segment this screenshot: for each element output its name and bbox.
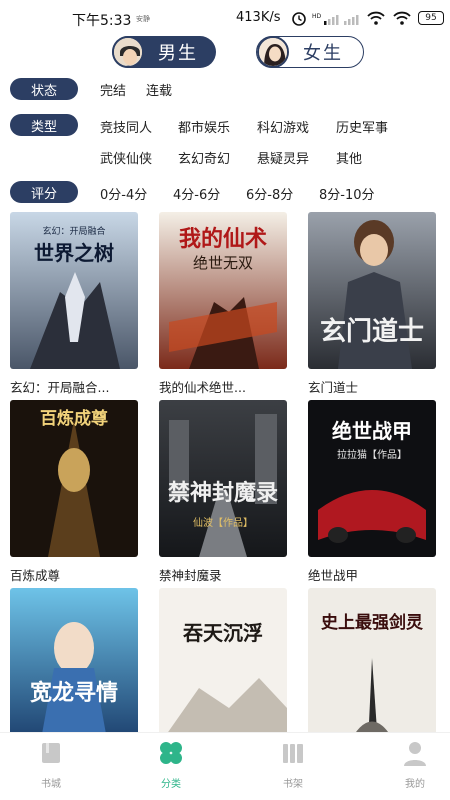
book-city-icon: [42, 743, 60, 763]
cover-title: 史上最强剑灵: [321, 612, 424, 633]
filter-tag-status: 状态: [10, 78, 78, 100]
book-cover: 玄门道士: [308, 212, 436, 369]
filter-option-rating-2[interactable]: 4分-6分: [173, 184, 220, 203]
wifi-icon-secondary: [393, 11, 411, 25]
filter-row-rating: 评分: [10, 181, 78, 203]
book-cover: 史上最强剑灵: [308, 588, 436, 745]
book-title: 玄幻：开局融合...: [10, 380, 110, 395]
book-card[interactable]: 史上最强剑灵: [308, 588, 436, 753]
status-time: 下午5:33: [72, 13, 132, 29]
cover-sub: 拉拉猫【作品】: [337, 448, 407, 461]
filter-tag-type: 类型: [10, 114, 78, 136]
cover-title: 我的仙术: [179, 226, 267, 252]
book-title: 禁神封魔录: [159, 568, 222, 583]
clover-icon: [160, 742, 182, 764]
cover-title: 玄门道士: [320, 316, 424, 347]
cover-title: 百炼成尊: [40, 408, 108, 429]
filter-option-type-6[interactable]: 玄幻奇幻: [178, 148, 230, 167]
book-title: 绝世战甲: [308, 568, 359, 583]
cover-title: 世界之树: [34, 241, 114, 265]
signal-icon: HD: [312, 13, 359, 25]
cover-title: 吞天沉浮: [183, 621, 263, 645]
tab-category[interactable]: 分类: [136, 739, 206, 790]
status-bar: 下午5:33 安静 413K/s HD 95: [0, 0, 450, 38]
status-mini-text: 安静: [136, 15, 150, 23]
book-card[interactable]: 绝世战甲 拉拉猫【作品】 绝世战甲: [308, 400, 436, 584]
tab-bookshelf[interactable]: 书架: [258, 739, 328, 790]
cover-sub: 仙波【作品】: [193, 516, 253, 529]
book-card[interactable]: 吞天沉浮: [159, 588, 287, 753]
cover-title: 禁神封魔录: [168, 480, 278, 506]
person-icon: [404, 742, 426, 766]
filter-row-status: 状态 完结 连载: [10, 78, 172, 100]
tab-male[interactable]: 男生: [112, 36, 216, 68]
tab-female[interactable]: 女生: [256, 36, 364, 68]
filter-option-type-3[interactable]: 科幻游戏: [257, 117, 309, 136]
filter-option-type-1[interactable]: 竞技同人: [100, 117, 152, 136]
male-avatar: [112, 36, 144, 68]
filter-option-finished[interactable]: 完结: [100, 80, 126, 99]
alarm-icon: [292, 12, 306, 26]
female-avatar: [257, 36, 289, 68]
book-card[interactable]: 玄幻：开局融合 世界之树 玄幻：开局融合...: [10, 212, 138, 396]
filter-option-rating-3[interactable]: 6分-8分: [246, 184, 293, 203]
cover-title: 绝世战甲: [332, 419, 412, 443]
bottom-tab-bar: 书城 分类 书架 我的: [0, 732, 450, 800]
bookshelf-icon: [283, 744, 303, 763]
wifi-icon: [367, 11, 385, 25]
book-card[interactable]: 玄门道士 玄门道士: [308, 212, 436, 396]
book-title: 玄门道士: [308, 380, 359, 395]
book-title: 我的仙术绝世...: [159, 380, 246, 395]
tab-female-label: 女生: [303, 43, 343, 64]
tab-mine[interactable]: 我的: [380, 739, 450, 790]
book-card[interactable]: 百炼成尊 百炼成尊: [10, 400, 138, 584]
filter-tag-rating: 评分: [10, 181, 78, 203]
tab-category-label: 分类: [161, 779, 181, 790]
tab-mine-label: 我的: [405, 779, 425, 790]
tab-bookshelf-label: 书架: [283, 779, 303, 790]
filter-option-serializing[interactable]: 连载: [146, 80, 172, 99]
tab-male-label: 男生: [158, 43, 198, 64]
filter-option-type-8[interactable]: 其他: [336, 148, 362, 167]
tab-book-city[interactable]: 书城: [16, 739, 86, 790]
book-cover: 绝世战甲 拉拉猫【作品】: [308, 400, 436, 557]
svg-text:HD: HD: [312, 13, 322, 20]
filter-option-rating-4[interactable]: 8分-10分: [319, 184, 375, 203]
book-card[interactable]: 禁神封魔录 仙波【作品】 禁神封魔录: [159, 400, 287, 584]
book-cover: 百炼成尊: [10, 400, 138, 557]
filter-option-rating-1[interactable]: 0分-4分: [100, 184, 147, 203]
filter-option-type-2[interactable]: 都市娱乐: [178, 117, 230, 136]
battery-level: 95: [425, 13, 437, 23]
book-cover: 吞天沉浮: [159, 588, 287, 745]
book-cover: 宽龙寻情: [10, 588, 138, 745]
network-speed: 413K/s: [236, 10, 281, 25]
cover-title: 宽龙寻情: [30, 680, 118, 706]
book-title: 百炼成尊: [10, 568, 61, 583]
tab-book-city-label: 书城: [41, 779, 61, 790]
filter-row-type: 类型: [10, 114, 78, 136]
book-cover: 禁神封魔录 仙波【作品】: [159, 400, 287, 557]
book-cover: 我的仙术 绝世无双: [159, 212, 287, 369]
filter-option-type-5[interactable]: 武侠仙侠: [100, 148, 152, 167]
cover-sub: 玄幻：开局融合: [42, 225, 105, 237]
battery-icon: 95: [418, 11, 444, 25]
book-cover: 玄幻：开局融合 世界之树: [10, 212, 138, 369]
book-card[interactable]: 我的仙术 绝世无双 我的仙术绝世...: [159, 212, 287, 396]
filter-option-type-4[interactable]: 历史军事: [336, 117, 388, 136]
cover-sub: 绝世无双: [193, 254, 253, 272]
filter-option-type-7[interactable]: 悬疑灵异: [257, 148, 309, 167]
book-card[interactable]: 宽龙寻情: [10, 588, 138, 753]
